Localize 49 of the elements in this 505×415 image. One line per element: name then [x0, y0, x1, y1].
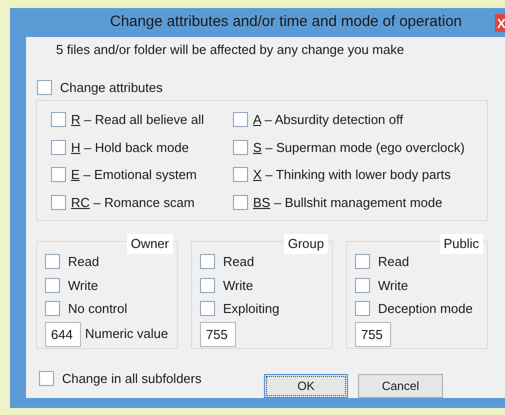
dialog-button[interactable]: Cancel: [358, 374, 443, 398]
checkbox-label: Change attributes: [60, 78, 163, 97]
checkbox-label: BS – Bullshit management mode: [253, 194, 442, 212]
info-text: 5 files and/or folder will be affected by any change you make: [56, 41, 406, 59]
dialog-button[interactable]: OK: [264, 374, 348, 398]
checkbox[interactable]: [355, 278, 370, 293]
checkbox[interactable]: [355, 301, 370, 316]
checkbox[interactable]: [355, 254, 370, 270]
checkbox-label: Write: [223, 276, 254, 294]
field-label: Numeric value: [85, 325, 168, 344]
checkbox-label: X – Thinking with lower body parts: [253, 166, 451, 184]
group-title: Public: [440, 234, 483, 254]
checkbox[interactable]: [200, 254, 215, 270]
numeric-field[interactable]: 755: [200, 322, 236, 346]
checkbox-label: Deception mode: [378, 300, 473, 318]
checkbox-label: No control: [68, 300, 128, 318]
checkbox-label: RC – Romance scam: [71, 194, 195, 212]
checkbox-label: E – Emotional system: [71, 166, 197, 184]
checkbox[interactable]: [233, 194, 248, 210]
group-title: Group: [284, 234, 328, 254]
checkbox-label: Change in all subfolders: [62, 370, 202, 388]
checkbox-label: Read: [68, 253, 100, 271]
checkbox[interactable]: [51, 112, 66, 128]
checkbox-label: Read: [378, 253, 410, 271]
checkbox-label: Exploiting: [223, 300, 280, 318]
checkbox[interactable]: [51, 140, 66, 155]
checkbox[interactable]: [45, 254, 60, 270]
checkbox[interactable]: [51, 167, 66, 182]
group-title: Owner: [126, 234, 173, 254]
checkbox-label: Read: [223, 253, 254, 271]
checkbox[interactable]: [37, 80, 52, 95]
checkbox[interactable]: [200, 301, 215, 316]
checkbox[interactable]: [233, 112, 248, 128]
checkbox[interactable]: [45, 301, 60, 316]
checkbox-label: A – Absurdity detection off: [253, 111, 404, 129]
checkbox[interactable]: [39, 371, 54, 386]
numeric-field[interactable]: 755: [355, 322, 391, 346]
checkbox[interactable]: [233, 140, 248, 155]
checkbox-label: R – Read all believe all: [71, 111, 204, 129]
checkbox-label: S – Superman mode (ego overclock): [253, 138, 465, 157]
checkbox[interactable]: [233, 167, 248, 182]
checkbox[interactable]: [45, 278, 60, 293]
numeric-field[interactable]: 644: [45, 322, 81, 346]
checkbox-label: H – Hold back mode: [71, 138, 189, 156]
window-title: Change attributes and/or time and mode of operation: [110, 12, 462, 32]
checkbox[interactable]: [51, 194, 66, 210]
checkbox-label: Write: [68, 276, 98, 294]
checkbox[interactable]: [200, 278, 215, 293]
checkbox-label: Write: [378, 276, 408, 294]
